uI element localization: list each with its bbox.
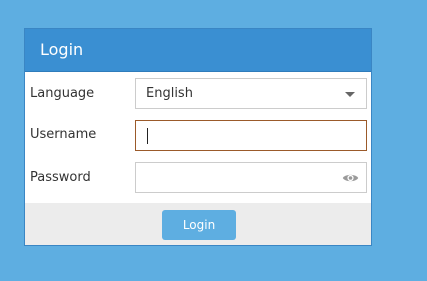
password-field[interactable]: [135, 162, 367, 193]
username-label: Username: [30, 127, 97, 142]
language-select[interactable]: English: [135, 78, 367, 109]
chevron-down-icon[interactable]: [345, 92, 355, 97]
username-field[interactable]: [135, 120, 367, 151]
panel-title: Login: [40, 40, 84, 59]
eye-icon[interactable]: [342, 172, 359, 184]
login-button[interactable]: Login: [162, 210, 236, 240]
text-caret: [147, 128, 148, 144]
language-select-value: English: [146, 86, 193, 101]
form-footer: Login: [25, 203, 371, 245]
password-label: Password: [30, 170, 91, 185]
panel-header: Login: [25, 29, 371, 72]
login-panel: Login Language English Username Password…: [24, 28, 372, 246]
language-label: Language: [30, 86, 95, 101]
